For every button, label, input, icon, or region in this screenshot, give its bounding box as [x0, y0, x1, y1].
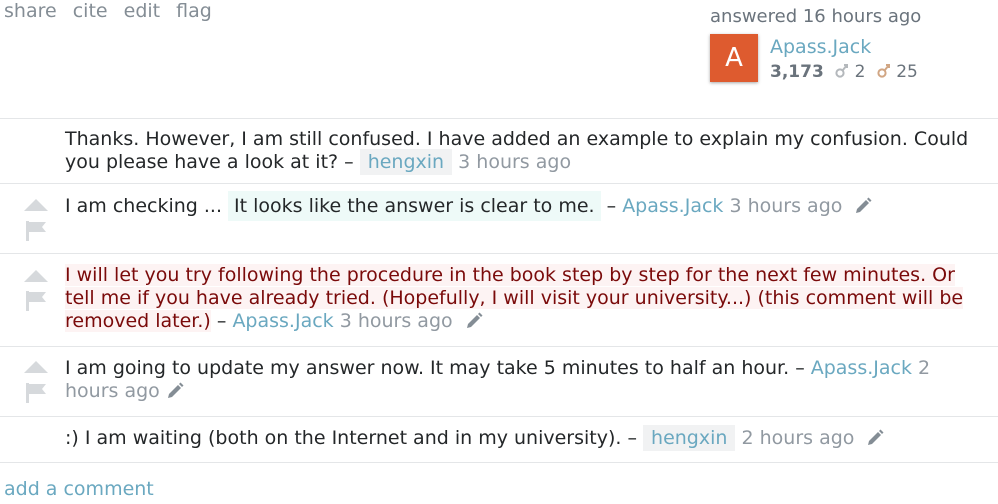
comment-author-link[interactable]: hengxin: [359, 149, 453, 175]
comment-author-link[interactable]: hengxin: [643, 425, 736, 451]
silver-badge-count: 2: [854, 62, 866, 82]
comment: I will let you try following the procedu…: [0, 254, 998, 347]
flag-icon[interactable]: [26, 221, 46, 241]
comment-body: Thanks. However, I am still confused. I …: [65, 119, 998, 175]
reputation-score: 3,173: [770, 62, 824, 82]
comment-separator: –: [795, 357, 805, 379]
add-comment-link[interactable]: add a comment: [4, 478, 154, 500]
comment-body: I am going to update my answer now. It m…: [65, 347, 998, 403]
comment-time[interactable]: 3 hours ago: [458, 151, 571, 173]
bronze-badge: 25: [877, 62, 918, 82]
silver-badge-icon: [835, 64, 849, 78]
comment: Thanks. However, I am still confused. I …: [0, 119, 998, 184]
comment-text-a: I am checking ...: [65, 195, 229, 217]
upvote-arrow-icon[interactable]: [24, 361, 48, 373]
avatar[interactable]: A: [710, 34, 758, 82]
comment-author-link[interactable]: Apass.Jack: [232, 310, 333, 332]
edit-pencil-icon[interactable]: [866, 429, 884, 447]
comment-separator: –: [627, 427, 637, 449]
share-link[interactable]: share: [4, 0, 57, 22]
comment-author-link[interactable]: Apass.Jack: [622, 195, 723, 217]
bronze-badge-count: 25: [896, 62, 918, 82]
comment: :) I am waiting (both on the Internet an…: [0, 417, 998, 463]
edit-pencil-icon[interactable]: [166, 382, 184, 400]
edit-pencil-icon[interactable]: [854, 197, 872, 215]
comment-time[interactable]: 3 hours ago: [729, 195, 842, 217]
comment-body: I will let you try following the procedu…: [65, 254, 998, 333]
comment-separator: –: [344, 151, 354, 173]
comment-text-highlighted: It looks like the answer is clear to me.: [228, 191, 601, 221]
action-label: answered: [710, 6, 798, 27]
avatar-letter: A: [725, 43, 743, 73]
silver-badge: 2: [835, 62, 865, 82]
user-card: answered 16 hours ago A Apass.Jack 3,173…: [710, 6, 921, 82]
upvote-arrow-icon[interactable]: [24, 270, 48, 282]
comment-body: I am checking ... It looks like the answ…: [65, 184, 998, 221]
comment: I am going to update my answer now. It m…: [0, 347, 998, 417]
bronze-badge-icon: [877, 64, 890, 78]
comment-separator: –: [216, 310, 227, 332]
comment-text: I am going to update my answer now. It m…: [65, 357, 790, 379]
edit-pencil-icon[interactable]: [465, 312, 483, 330]
comments-list: Thanks. However, I am still confused. I …: [0, 118, 998, 463]
comment-body: :) I am waiting (both on the Internet an…: [65, 417, 998, 451]
flag-icon[interactable]: [26, 291, 46, 311]
edit-link[interactable]: edit: [124, 0, 160, 22]
user-stats: 3,173 2 25: [770, 62, 918, 82]
comment: I am checking ... It looks like the answ…: [0, 184, 998, 254]
flag-icon[interactable]: [26, 383, 46, 403]
comment-separator: –: [606, 195, 617, 217]
user-action-time: answered 16 hours ago: [710, 6, 921, 27]
comment-text-highlighted: I will let you try following the procedu…: [65, 264, 964, 332]
cite-link[interactable]: cite: [73, 0, 108, 22]
action-time: 16 hours ago: [802, 6, 922, 27]
flag-link[interactable]: flag: [176, 0, 212, 22]
comment-text: :) I am waiting (both on the Internet an…: [65, 427, 622, 449]
upvote-arrow-icon[interactable]: [24, 199, 48, 211]
post-menu: share cite edit flag: [4, 0, 222, 22]
comment-time[interactable]: 3 hours ago: [340, 310, 453, 332]
user-name-link[interactable]: Apass.Jack: [770, 36, 871, 58]
comment-time[interactable]: 2 hours ago: [741, 427, 854, 449]
comment-author-link[interactable]: Apass.Jack: [811, 357, 912, 379]
